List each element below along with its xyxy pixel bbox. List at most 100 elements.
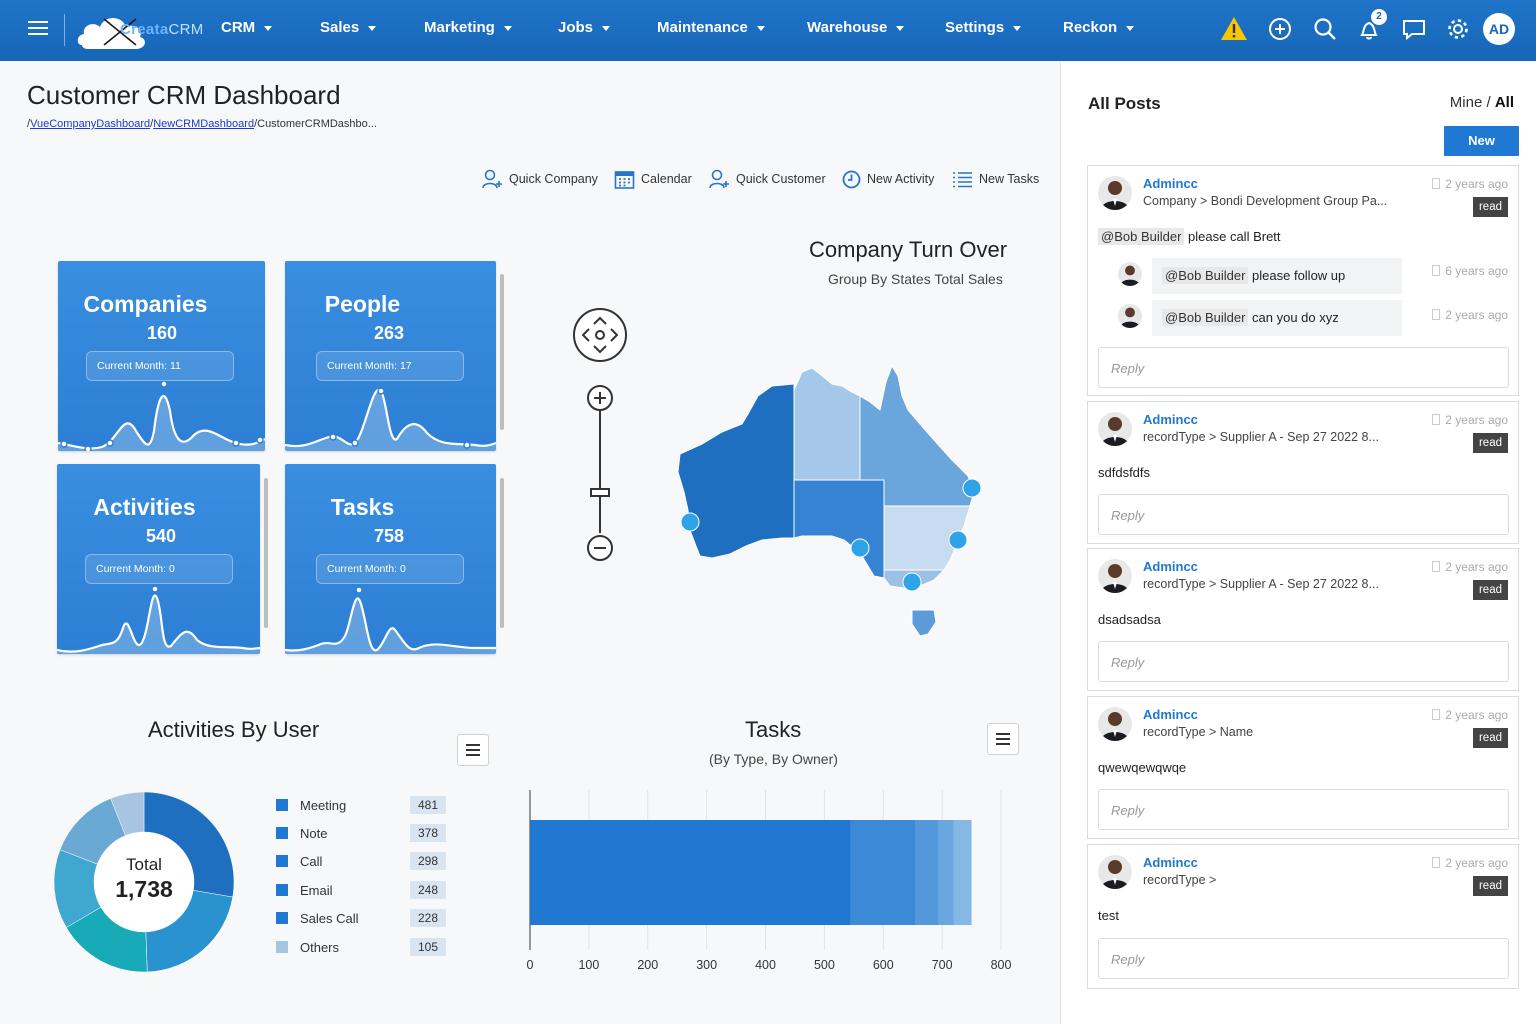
legend-label: Others <box>300 939 340 955</box>
map-state-tas <box>911 609 937 637</box>
activities-tile[interactable]: Activities 540 Current Month: 0 <box>57 464 260 654</box>
mention-tag[interactable]: @Bob Builder <box>1162 267 1249 284</box>
new-post-button[interactable]: New <box>1444 126 1519 156</box>
filter-mine-link[interactable]: Mine <box>1450 94 1483 111</box>
map-pan-control-icon[interactable] <box>572 307 628 363</box>
activities-chart-menu-button[interactable] <box>457 734 489 766</box>
chat-icon[interactable] <box>1400 15 1428 43</box>
tiles-scrollbar[interactable] <box>500 274 504 430</box>
tasks-tile[interactable]: Tasks 758 Current Month: 0 <box>285 464 496 654</box>
map-marker <box>902 572 922 592</box>
x-tick-label: 700 <box>931 958 953 972</box>
post-context[interactable]: recordType > Supplier A - Sep 27 2022 8.… <box>1143 430 1379 444</box>
legend-item-note[interactable]: Note <box>276 824 327 842</box>
post-context[interactable]: recordType > Supplier A - Sep 27 2022 8.… <box>1143 577 1379 591</box>
hamburger-menu-icon[interactable] <box>28 20 48 36</box>
read-badge: read <box>1472 197 1508 217</box>
user-avatar[interactable]: AD <box>1483 13 1515 45</box>
bar-segment-1[interactable] <box>530 820 851 925</box>
mention-tag[interactable]: @Bob Builder <box>1162 309 1249 326</box>
nav-reckon[interactable]: Reckon <box>1063 19 1135 36</box>
people-tile[interactable]: People 263 Current Month: 17 <box>285 261 496 451</box>
post-context[interactable]: Company > Bondi Development Group Pa... <box>1143 194 1387 208</box>
legend-item-email[interactable]: Email <box>276 881 333 899</box>
quick-customer-button[interactable]: Quick Customer <box>708 168 826 190</box>
post-body: test <box>1098 908 1119 923</box>
nav-crm[interactable]: CRM <box>221 19 273 36</box>
bar-segment-4[interactable] <box>938 820 954 925</box>
add-circle-icon[interactable] <box>1266 15 1294 43</box>
legend-item-sales-call[interactable]: Sales Call <box>276 909 359 927</box>
nav-maintenance[interactable]: Maintenance <box>657 19 765 36</box>
tasks-chart-subtitle: (By Type, By Owner) <box>709 751 838 767</box>
bar-segment-2[interactable] <box>850 820 916 925</box>
nav-marketing[interactable]: Marketing <box>424 19 512 36</box>
bar-segment-5[interactable] <box>953 820 972 925</box>
post-card: Admincc recordType > Supplier A - Sep 27… <box>1087 548 1519 691</box>
nav-jobs[interactable]: Jobs <box>558 19 611 36</box>
bar-segment-3[interactable] <box>915 820 939 925</box>
post-author[interactable]: Admincc <box>1143 176 1198 191</box>
post-time: 2 years ago <box>1432 708 1508 722</box>
search-icon[interactable] <box>1311 15 1339 43</box>
warning-icon[interactable] <box>1220 15 1248 43</box>
avatar <box>1098 176 1132 210</box>
calendar-button[interactable]: Calendar <box>614 168 692 190</box>
posts-panel: All Posts Mine / All New Admincc Company… <box>1060 62 1536 1024</box>
reply-input[interactable]: Reply <box>1098 494 1509 535</box>
legend-swatch <box>276 827 288 839</box>
reply-input[interactable]: Reply <box>1098 789 1509 830</box>
post-context[interactable]: recordType > <box>1143 873 1216 887</box>
mention-tag[interactable]: @Bob Builder <box>1098 228 1185 245</box>
filter-all-link[interactable]: All <box>1495 94 1514 111</box>
reply-input[interactable]: Reply <box>1098 347 1509 388</box>
post-author[interactable]: Admincc <box>1143 707 1198 722</box>
breadcrumb-link-company-dashboard[interactable]: VueCompanyDashboard <box>30 118 150 130</box>
avatar <box>1118 262 1142 286</box>
x-tick-label: 500 <box>813 958 835 972</box>
avatar <box>1118 304 1142 328</box>
post-author[interactable]: Admincc <box>1143 855 1198 870</box>
x-tick-label: 100 <box>578 958 600 972</box>
legend-item-others[interactable]: Others <box>276 938 339 956</box>
avatar <box>1098 559 1132 593</box>
reply-input[interactable]: Reply <box>1098 641 1509 682</box>
reply-input[interactable]: Reply <box>1098 938 1509 979</box>
tiles-scrollbar[interactable] <box>264 478 268 628</box>
post-card: Admincc Company > Bondi Development Grou… <box>1087 165 1519 396</box>
chevron-down-icon <box>503 25 512 31</box>
australia-map[interactable] <box>672 360 992 642</box>
post-author[interactable]: Admincc <box>1143 412 1198 427</box>
companies-tile[interactable]: Companies 160 Current Month: 11 <box>58 261 265 451</box>
post-author[interactable]: Admincc <box>1143 559 1198 574</box>
post-card: Admincc recordType > Supplier A - Sep 27… <box>1087 401 1519 544</box>
hamburger-menu-icon <box>466 744 480 756</box>
sparkline <box>58 381 265 451</box>
map-marker <box>850 538 870 558</box>
tiles-scrollbar[interactable] <box>500 478 504 628</box>
new-tasks-button[interactable]: New Tasks <box>952 168 1039 190</box>
nav-sales[interactable]: Sales <box>320 19 377 36</box>
post-body: dsadsadsa <box>1098 612 1161 627</box>
post-context[interactable]: recordType > Name <box>1143 725 1253 739</box>
top-navbar: CreataCRM CRM Sales Marketing Jobs Maint… <box>0 0 1536 61</box>
legend-label: Note <box>300 825 328 841</box>
tile-count: 758 <box>373 526 405 546</box>
quick-company-button[interactable]: Quick Company <box>481 168 598 190</box>
legend-item-meeting[interactable]: Meeting <box>276 796 346 814</box>
post-body: qwewqewqwqe <box>1098 760 1187 775</box>
post-time: 2 years ago <box>1432 560 1508 574</box>
map-zoom-slider[interactable] <box>585 383 615 563</box>
nav-warehouse[interactable]: Warehouse <box>807 19 905 36</box>
x-tick-label: 0 <box>526 958 534 972</box>
post-time: 2 years ago <box>1432 413 1508 427</box>
new-activity-button[interactable]: New Activity <box>842 168 934 190</box>
tasks-chart-menu-button[interactable] <box>987 723 1019 755</box>
legend-swatch <box>276 941 288 953</box>
post-body: sdfdsfdfs <box>1098 465 1151 480</box>
breadcrumb-link-crm-dashboard[interactable]: NewCRMDashboard <box>153 118 254 130</box>
nav-settings[interactable]: Settings <box>945 19 1022 36</box>
brand-logo[interactable]: CreataCRM <box>74 5 214 57</box>
gear-icon[interactable] <box>1444 15 1472 43</box>
legend-item-call[interactable]: Call <box>276 852 322 870</box>
